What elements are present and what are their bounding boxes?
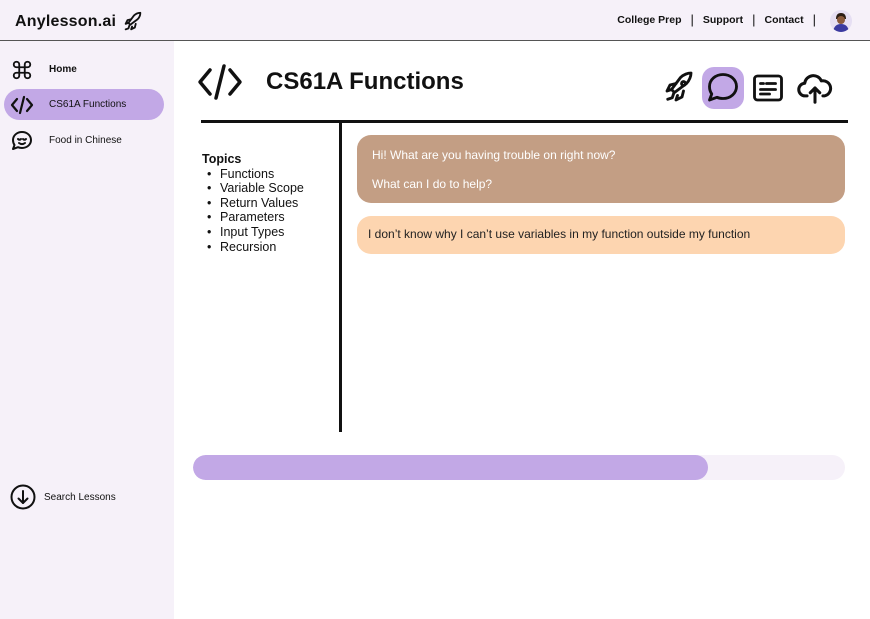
command-icon [9,57,35,83]
topics-heading: Topics [202,152,242,166]
top-nav: College Prep | Support | Contact | [617,12,816,27]
tool-chat-button[interactable] [702,67,744,109]
lesson-progress-fill [193,455,709,480]
divider-vertical [339,122,342,432]
lesson-progress-bar [193,455,845,480]
topic-item[interactable]: Recursion [202,240,304,255]
sidebar-item-label: Home [49,64,77,75]
topic-item[interactable]: Functions [202,167,304,182]
sidebar-item-food-in-chinese[interactable]: Food in Chinese [4,125,164,156]
avatar[interactable] [830,10,852,32]
chat-face-icon [9,128,35,154]
topic-item[interactable]: Variable Scope [202,181,304,196]
rocket-icon [665,71,693,102]
page-title: CS61A Functions [266,68,464,95]
sidebar-item-home[interactable]: Home [4,54,164,85]
brand-name: Anylesson.ai [15,13,117,30]
sidebar-item-cs61a[interactable]: CS61A Functions [4,89,164,120]
nav-separator: | [812,12,816,27]
tool-notes-button[interactable] [747,67,789,109]
brand-logo[interactable]: Anylesson.ai [15,11,144,33]
nav-support[interactable]: Support [703,14,743,26]
chat-bubble-icon [708,73,738,102]
ai-message-bubble: Hi! What are you having trouble on right… [357,135,845,203]
topics-list: Functions Variable Scope Return Values P… [202,167,304,255]
search-lessons-button[interactable]: Search Lessons [10,484,116,510]
nav-separator: | [690,12,694,27]
tool-cloud-upload-button[interactable] [794,67,836,109]
topic-item[interactable]: Return Values [202,196,304,211]
nav-contact[interactable]: Contact [765,14,804,26]
ai-message-line: What can I do to help? [372,177,493,191]
nav-college-prep[interactable]: College Prep [617,14,681,26]
ai-message-line: Hi! What are you having trouble on right… [372,148,616,162]
notes-icon [753,74,783,102]
search-lessons-label: Search Lessons [44,491,116,503]
top-bar: Anylesson.ai College Prep | Support | Co… [0,0,870,41]
topic-item[interactable]: Input Types [202,225,304,240]
tool-rocket-button[interactable] [658,67,700,109]
code-icon [9,92,35,118]
user-message-bubble: I don’t know why I can’t use variables i… [357,216,845,254]
code-icon [197,63,243,101]
arrow-down-circle-icon [10,484,36,510]
topic-item[interactable]: Parameters [202,210,304,225]
user-message-text: I don’t know why I can’t use variables i… [368,227,751,241]
topics-panel: Topics Functions Variable Scope Return V… [202,152,304,254]
rocket-icon [124,11,142,31]
divider-horizontal [201,120,848,123]
cloud-upload-icon [797,74,833,104]
sidebar-item-label: CS61A Functions [49,99,127,110]
sidebar: Home CS61A Functions Food in Chinese Sea… [0,41,174,619]
sidebar-item-label: Food in Chinese [49,135,122,146]
nav-separator: | [752,12,756,27]
